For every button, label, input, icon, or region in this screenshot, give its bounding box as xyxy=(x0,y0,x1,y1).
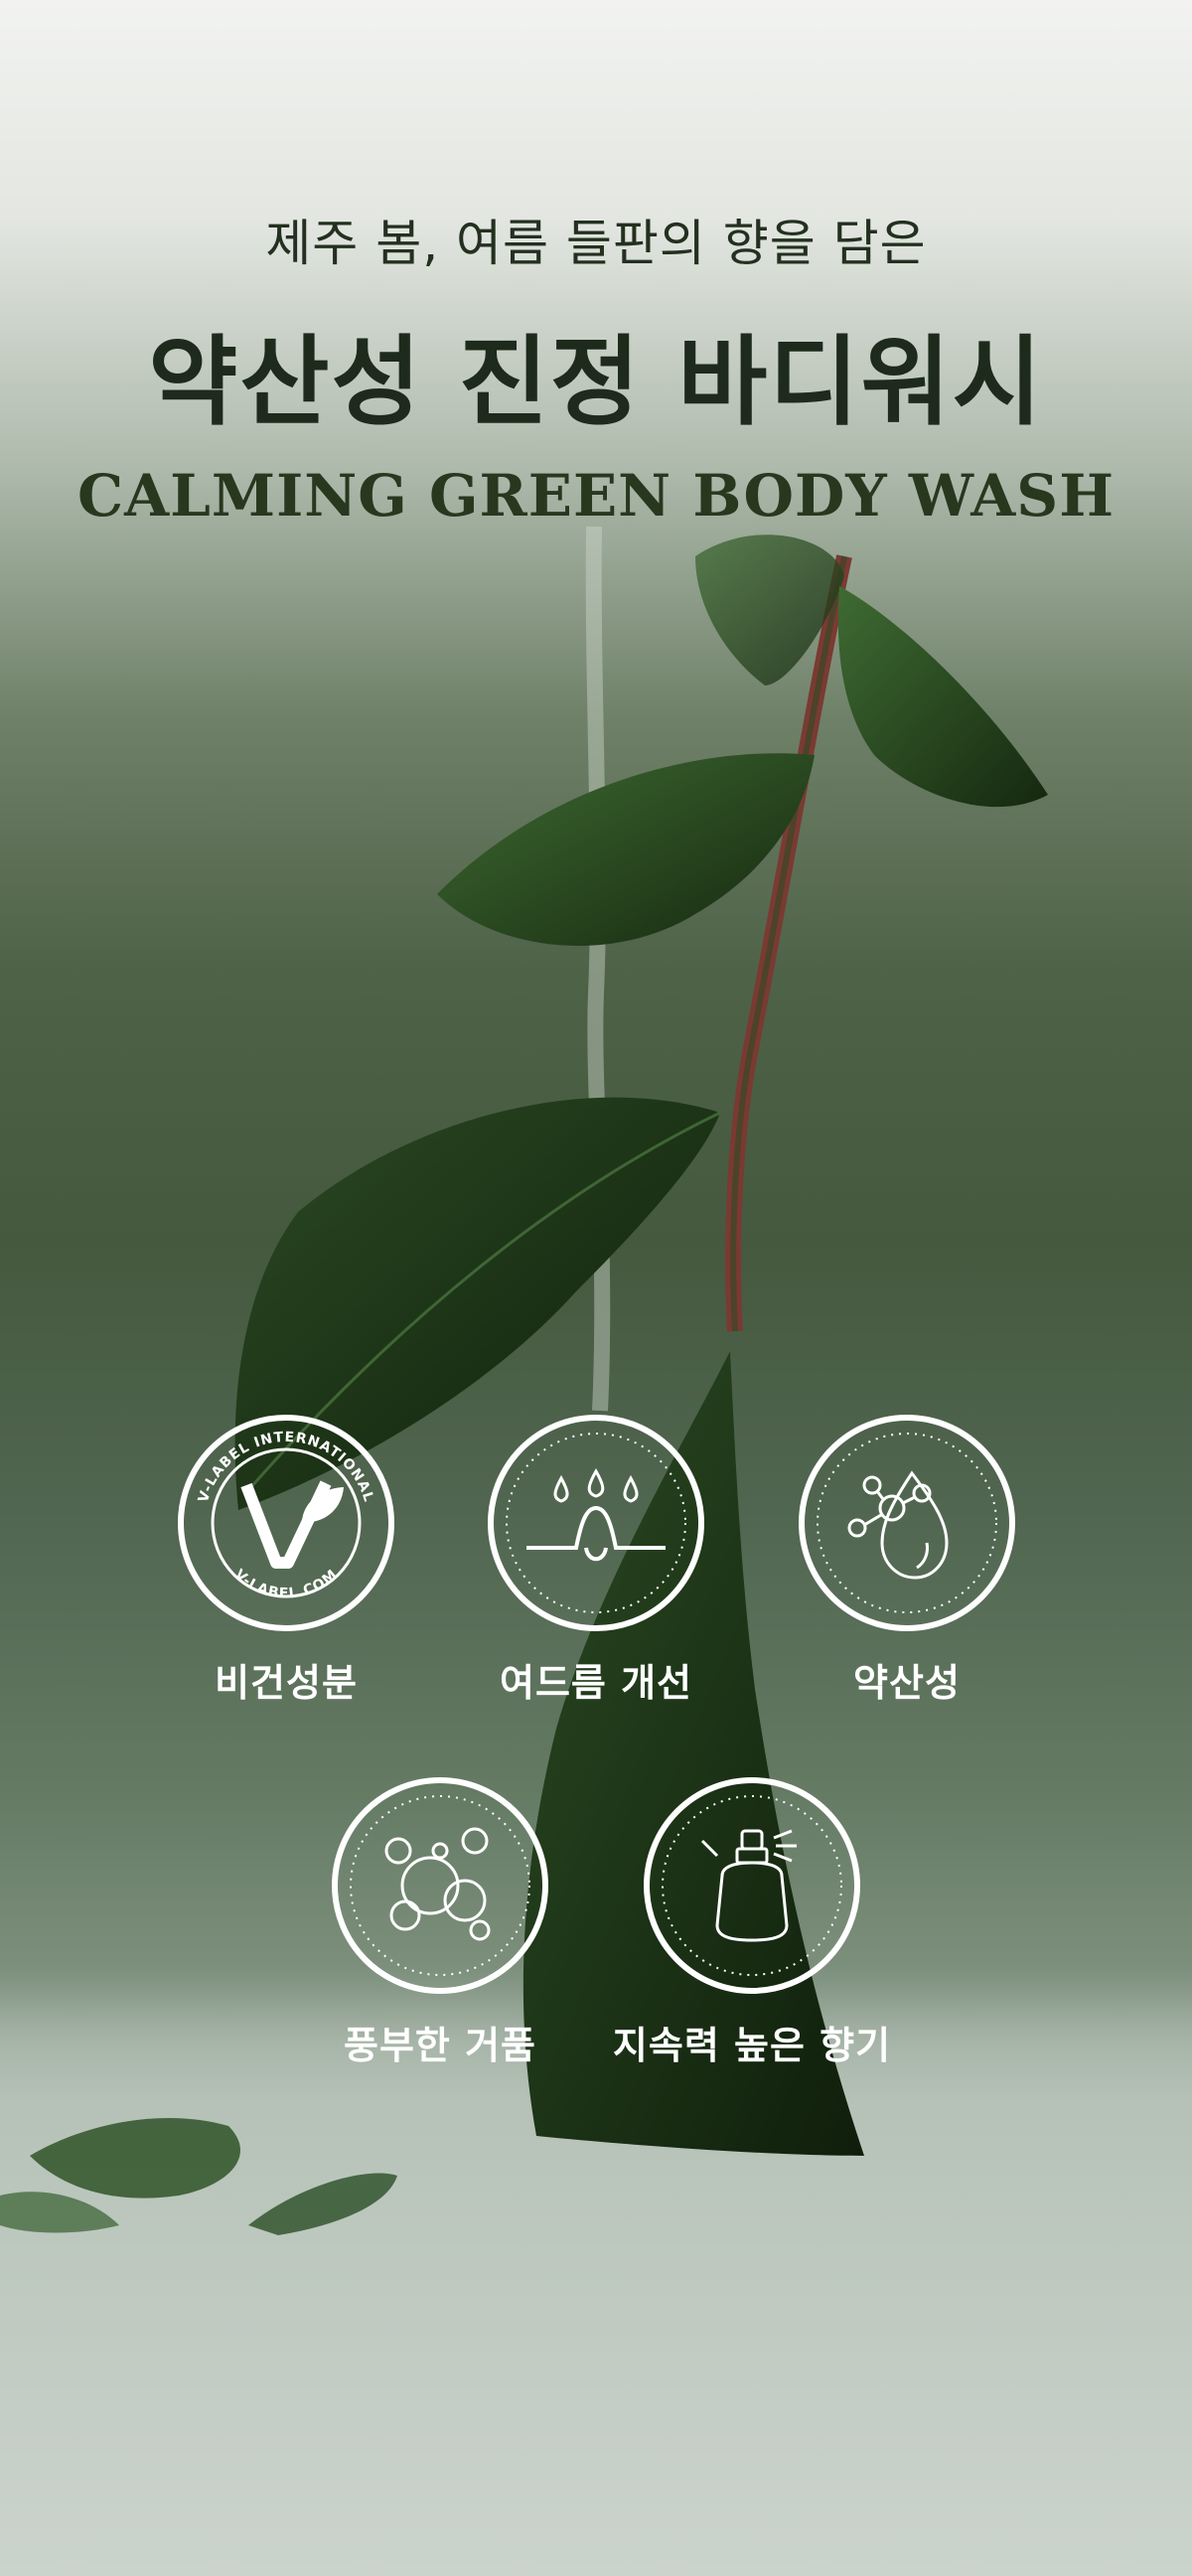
perfume-bottle-icon xyxy=(644,1777,860,1994)
page-title: 약산성 진정 바디워시 xyxy=(148,326,1044,439)
english-title: CALMING GREEN BODY WASH xyxy=(76,462,1115,530)
badge-scent: 지속력 높은 향기 xyxy=(613,1776,890,2067)
water-stream xyxy=(585,526,611,1412)
badge-label-scent: 지속력 높은 향기 xyxy=(612,2024,892,2067)
badge-foam: 풍부한 거품 xyxy=(331,1776,549,2067)
bubbles-icon xyxy=(332,1777,548,1994)
vegan-label-icon: V-LABEL INTERNATIONAL V-LABEL.COM xyxy=(178,1415,394,1631)
skin-drops-icon xyxy=(488,1415,704,1631)
badge-acidic: 약산성 xyxy=(798,1414,1016,1705)
badge-vegan: V-LABEL INTERNATIONAL V-LABEL.COM 비건성분 xyxy=(177,1414,395,1705)
svg-text:V-LABEL.COM: V-LABEL.COM xyxy=(231,1567,341,1601)
badge-acne: 여드름 개선 xyxy=(487,1414,705,1705)
badge-label-acne: 여드름 개선 xyxy=(499,1661,693,1705)
badge-label-acidic: 약산성 xyxy=(853,1661,961,1705)
badge-label-vegan: 비건성분 xyxy=(215,1661,358,1705)
leaf-middle xyxy=(437,753,815,947)
seal-bottom-text: V-LABEL.COM xyxy=(231,1567,340,1601)
badge-label-foam: 풍부한 거품 xyxy=(343,2024,537,2067)
subtitle: 제주 봄, 여름 들판의 향을 담은 xyxy=(265,215,927,272)
leaf-right xyxy=(837,586,1048,808)
molecule-drop-icon xyxy=(799,1415,1015,1631)
